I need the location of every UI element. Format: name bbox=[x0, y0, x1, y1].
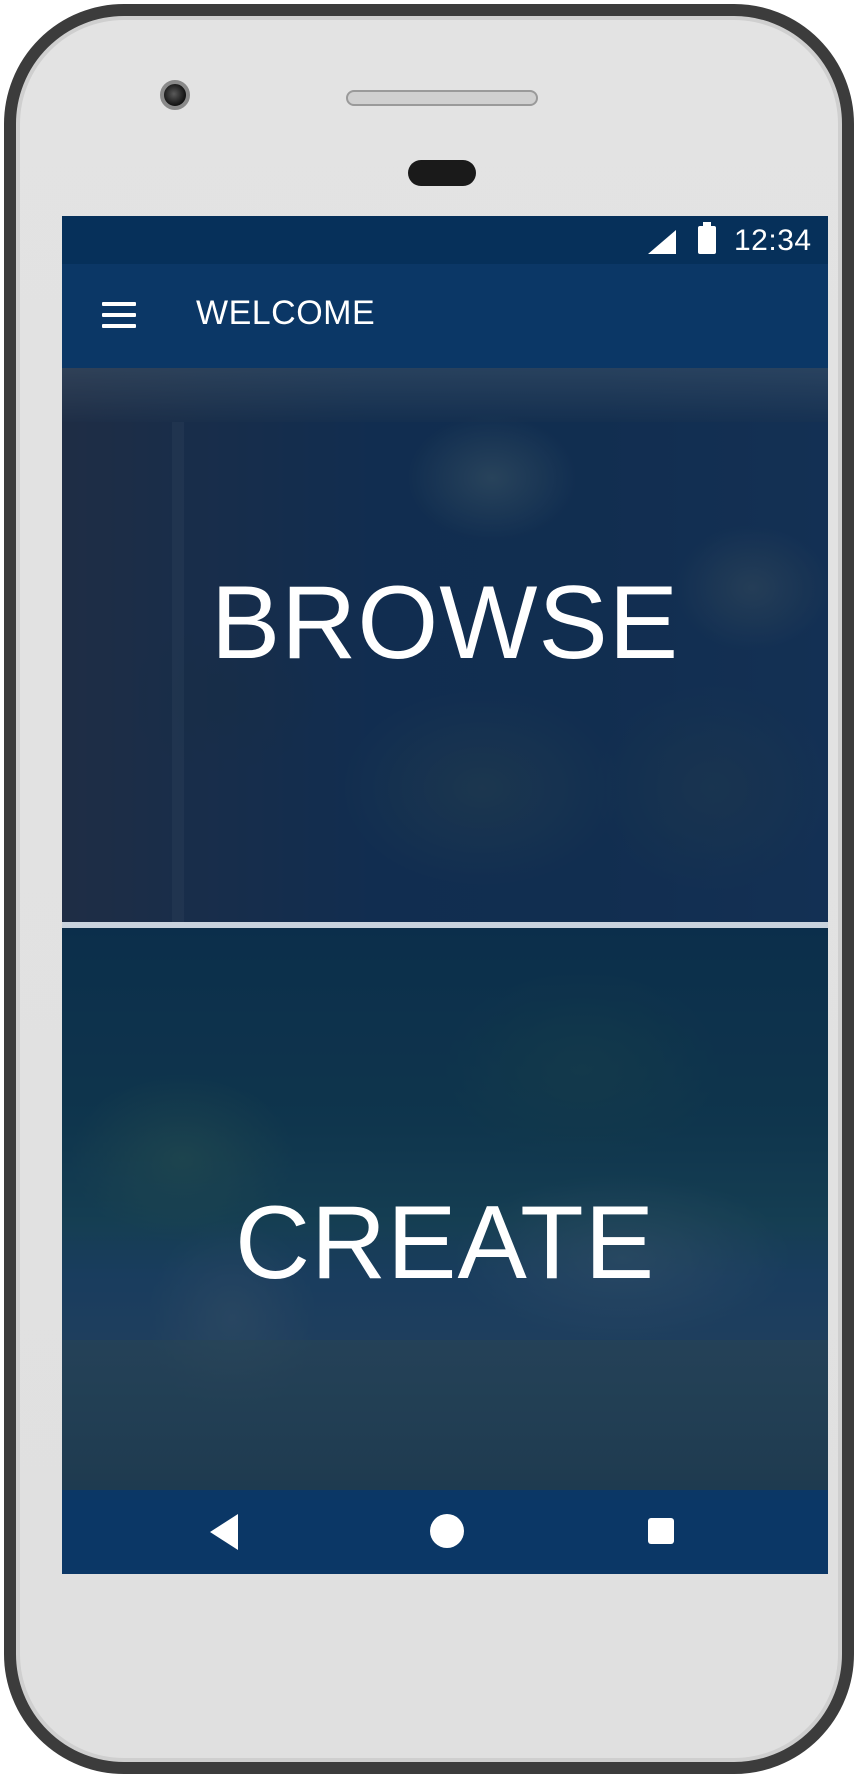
screen: 12:34 WELCOME BROWSE CREATE bbox=[62, 216, 828, 1574]
status-time: 12:34 bbox=[734, 224, 812, 257]
browse-label: BROWSE bbox=[210, 565, 680, 681]
recents-square-icon[interactable] bbox=[648, 1518, 674, 1544]
volume-button bbox=[848, 700, 854, 960]
phone-frame: 12:34 WELCOME BROWSE CREATE bbox=[4, 4, 854, 1774]
home-circle-icon[interactable] bbox=[430, 1514, 464, 1548]
page-title: WELCOME bbox=[196, 294, 376, 332]
status-bar: 12:34 bbox=[62, 216, 828, 264]
signal-icon bbox=[648, 230, 676, 254]
battery-icon bbox=[698, 222, 716, 254]
create-label: CREATE bbox=[234, 1185, 656, 1301]
front-camera bbox=[160, 80, 190, 110]
app-bar: WELCOME bbox=[62, 264, 828, 368]
hamburger-menu-icon[interactable] bbox=[102, 300, 138, 330]
create-tile[interactable]: CREATE bbox=[62, 928, 828, 1490]
speaker-grille bbox=[346, 90, 538, 106]
navigation-bar bbox=[62, 1490, 828, 1574]
back-triangle-icon[interactable] bbox=[210, 1514, 238, 1550]
power-button bbox=[848, 440, 854, 560]
earpiece bbox=[408, 160, 476, 186]
browse-tile[interactable]: BROWSE bbox=[62, 368, 828, 922]
